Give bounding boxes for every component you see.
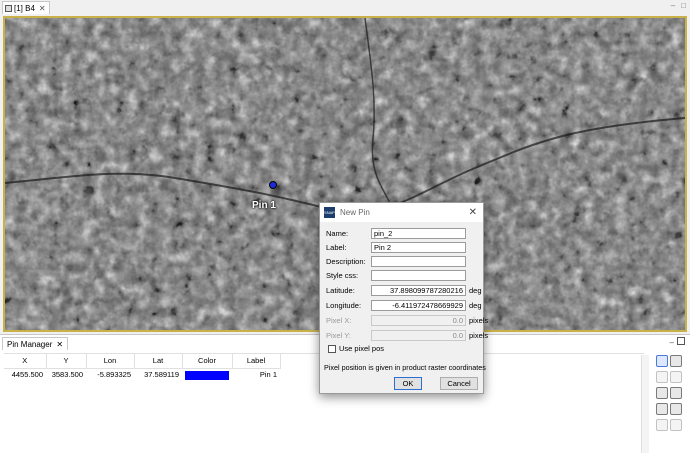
column-header-x[interactable]: X: [4, 354, 47, 369]
image-view-icon: [5, 4, 12, 12]
label-field[interactable]: Pin 2: [371, 242, 466, 253]
close-icon[interactable]: ✕: [56, 340, 63, 349]
name-field[interactable]: pin_2: [371, 228, 466, 239]
cell-x: 4455.500: [11, 370, 43, 380]
close-icon[interactable]: ✕: [469, 207, 477, 218]
dialog-title-bar: SNAP New Pin: [320, 203, 483, 222]
pixel-x-unit: pixels: [469, 316, 489, 325]
minimize-icon[interactable]: –: [671, 1, 675, 10]
minimize-icon[interactable]: –: [670, 338, 674, 347]
column-header-lat[interactable]: Lat: [134, 354, 183, 369]
pixel-y-field: 0.0: [371, 330, 466, 341]
longitude-field[interactable]: -6.411972478669929: [371, 300, 466, 311]
latitude-unit: deg: [469, 286, 482, 295]
tab-pin-manager[interactable]: Pin Manager ✕: [2, 337, 69, 350]
checkbox-box[interactable]: [328, 344, 336, 353]
remove-pin-icon[interactable]: [670, 371, 682, 383]
longitude-label: Longitude:: [326, 301, 362, 310]
cell-lon: -5.893325: [97, 370, 131, 380]
use-pixel-pos-label: Use pixel pos: [339, 344, 385, 353]
pixel-y-label: Pixel Y:: [326, 331, 351, 340]
editor-tab-bar: [1] B4 ✕ – □: [0, 0, 690, 14]
pin-manager-title: Pin Manager: [7, 339, 53, 349]
pixel-x-field: 0.0: [371, 315, 466, 326]
vertical-scrollbar[interactable]: [641, 355, 649, 453]
tab-title: [1] B4: [14, 3, 35, 13]
close-icon[interactable]: ✕: [39, 4, 46, 13]
description-field[interactable]: [371, 256, 466, 267]
style-label: Style css:: [326, 271, 359, 280]
use-pixel-pos-checkbox[interactable]: Use pixel pos: [328, 344, 384, 353]
ok-button[interactable]: OK: [394, 377, 422, 390]
export-pins-icon[interactable]: [670, 387, 682, 399]
column-header-color[interactable]: Color: [182, 354, 233, 369]
style-field[interactable]: [371, 270, 466, 281]
pin-tools: [652, 355, 686, 453]
pixel-y-unit: pixels: [469, 331, 489, 340]
maximize-icon[interactable]: [677, 337, 685, 345]
column-header-label[interactable]: Label: [232, 354, 281, 369]
pin-1-marker[interactable]: [269, 181, 277, 189]
copy-pin-icon[interactable]: [670, 355, 682, 367]
pixel-position-note: Pixel position is given in product raste…: [324, 363, 486, 372]
export-table-icon[interactable]: [670, 403, 682, 415]
new-pin-icon[interactable]: [656, 355, 668, 367]
column-header-lon[interactable]: Lon: [86, 354, 135, 369]
cell-lat: 37.589119: [144, 370, 179, 380]
cancel-button[interactable]: Cancel: [440, 377, 478, 390]
latitude-label: Latitude:: [326, 286, 355, 295]
longitude-unit: deg: [469, 301, 482, 310]
table-row[interactable]: 4455.500 3583.500 -5.893325 37.589119 Pi…: [4, 368, 280, 381]
zoom-to-pin-icon[interactable]: [656, 419, 668, 431]
color-swatch: [185, 370, 229, 380]
column-header-y[interactable]: Y: [46, 354, 87, 369]
edit-pin-icon[interactable]: [656, 371, 668, 383]
description-label: Description:: [326, 257, 366, 266]
filter-pins-icon[interactable]: [656, 403, 668, 415]
label-label: Label:: [326, 243, 347, 252]
maximize-icon[interactable]: □: [681, 1, 686, 10]
pin-table: X Y Lon Lat Color Label 4455.500 3583.50…: [4, 354, 281, 381]
cell-label: Pin 1: [259, 370, 277, 380]
pixel-x-label: Pixel X:: [326, 316, 352, 325]
cell-y: 3583.500: [51, 370, 83, 380]
import-pins-icon[interactable]: [656, 387, 668, 399]
cell-color[interactable]: [182, 368, 232, 381]
dialog-title: New Pin: [340, 208, 370, 217]
snap-logo-icon: SNAP: [324, 207, 335, 218]
new-pin-dialog: SNAP New Pin ✕ Name: pin_2 Label: Pin 2 …: [319, 202, 488, 394]
pin-1-label: Pin 1: [252, 200, 276, 211]
transfer-pins-icon[interactable]: [670, 419, 682, 431]
tab-b4[interactable]: [1] B4 ✕: [2, 1, 50, 14]
name-label: Name:: [326, 229, 349, 238]
window-controls: – □: [671, 1, 686, 10]
latitude-field[interactable]: 37.898099787280216: [371, 285, 466, 296]
